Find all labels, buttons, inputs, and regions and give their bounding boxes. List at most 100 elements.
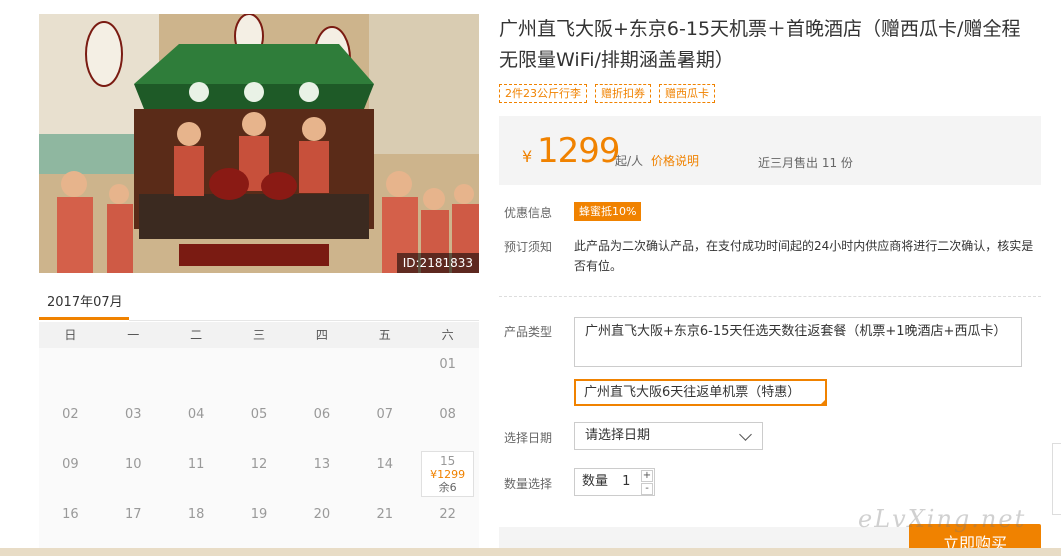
calendar-day-number: 07 xyxy=(376,407,393,422)
price-unit: 起/人 xyxy=(615,154,644,168)
currency-symbol: ¥ xyxy=(522,147,533,166)
sold-count: 近三月售出 11 份 xyxy=(758,156,853,170)
calendar-day-number: 01 xyxy=(439,357,456,372)
promo-label: 优惠信息 xyxy=(504,206,553,220)
selected-check-icon xyxy=(819,398,827,406)
calendar-day: 21 xyxy=(353,498,416,548)
weekday-mon: 一 xyxy=(127,328,140,342)
calendar-day-number: 20 xyxy=(313,507,331,522)
product-type-option-package[interactable]: 广州直飞大阪+东京6-15天任选天数往返套餐（机票+1晚酒店+西瓜卡） xyxy=(574,317,1022,367)
notice-label: 预订须知 xyxy=(504,240,553,254)
calendar-week-row: 01 xyxy=(39,348,479,398)
calendar-day-price: ¥1299 xyxy=(430,468,466,481)
section-divider xyxy=(499,296,1041,297)
calendar-day-number: 02 xyxy=(62,407,79,422)
calendar-day-available[interactable]: 15 ¥1299 余6 xyxy=(416,448,479,498)
calendar-day: 06 xyxy=(290,398,353,448)
price-explanation-link[interactable]: 价格说明 xyxy=(651,152,699,169)
calendar-day-number: 05 xyxy=(250,407,268,422)
price-panel: ¥ 1299 起/人 价格说明 近三月售出 11 份 xyxy=(499,116,1041,185)
calendar-day-number: 17 xyxy=(125,507,142,522)
calendar-weekday-header: 日 一 二 三 四 五 六 xyxy=(39,322,479,348)
calendar-divider xyxy=(129,320,479,321)
product-title: 广州直飞大阪+东京6-15天机票＋首晚酒店（赠西瓜卡/赠全程无限量WiFi/排期… xyxy=(499,18,1021,71)
product-type-option-flight[interactable]: 广州直飞大阪6天往返单机票（特惠） xyxy=(574,379,827,406)
calendar-day-number: 13 xyxy=(313,457,331,472)
festival-float-illustration xyxy=(39,14,479,273)
price-value: 1299 xyxy=(537,131,621,171)
calendar-day-number: 04 xyxy=(187,407,205,422)
notice-text: 此产品为二次确认产品，在支付成功时间起的24小时内供应商将进行二次确认，核实是否… xyxy=(574,239,1034,273)
calendar-week-row: 16 17 18 19 20 21 22 xyxy=(39,498,479,548)
weekday-wed: 三 xyxy=(253,328,266,342)
image-id-badge: ID:2181833 xyxy=(396,253,479,273)
calendar-day-number: 18 xyxy=(187,507,205,522)
calendar-week-row: 09 10 11 12 13 14 15 ¥1299 余6 xyxy=(39,448,479,498)
calendar-day: 01 xyxy=(416,348,479,398)
quantity-minus-button[interactable]: - xyxy=(641,483,653,495)
product-tags: 2件23公斤行李 赠折扣券 赠西瓜卡 xyxy=(499,84,715,103)
side-float-panel[interactable] xyxy=(1052,443,1061,515)
calendar-month-tab[interactable]: 2017年07月 xyxy=(39,292,129,320)
calendar-day-number: 12 xyxy=(250,457,268,472)
site-watermark: eLvXing.net xyxy=(858,505,1027,533)
calendar-day xyxy=(102,348,165,398)
calendar-week-row: 02 03 04 05 06 07 08 xyxy=(39,398,479,448)
quantity-value[interactable]: 1 xyxy=(622,469,630,495)
calendar-day-number: 03 xyxy=(125,407,142,422)
product-photo: ID:2181833 xyxy=(39,14,479,273)
calendar-day-number xyxy=(290,348,353,357)
calendar-day xyxy=(39,348,102,398)
quantity-stepper[interactable]: 数量 1 + - xyxy=(574,468,655,496)
calendar-day-stock: 余6 xyxy=(438,481,457,494)
calendar-day-number xyxy=(102,348,165,357)
weekday-thu: 四 xyxy=(315,328,328,342)
calendar-day xyxy=(228,348,291,398)
calendar-day: 20 xyxy=(290,498,353,548)
date-label: 选择日期 xyxy=(504,431,553,445)
bottom-strip xyxy=(0,548,1061,556)
calendar-day-number: 21 xyxy=(376,507,393,522)
product-type-label: 产品类型 xyxy=(504,325,553,339)
calendar-day-number: 08 xyxy=(439,407,456,422)
calendar-day-number: 22 xyxy=(439,507,456,522)
quantity-label: 数量选择 xyxy=(504,477,553,491)
calendar-day-number xyxy=(165,348,228,357)
date-select-value: 请选择日期 xyxy=(585,428,651,443)
calendar-day: 09 xyxy=(39,448,102,498)
calendar-day-number: 16 xyxy=(62,507,79,522)
date-select[interactable]: 请选择日期 xyxy=(574,422,763,450)
calendar-day-number: 14 xyxy=(376,457,393,472)
calendar-day-number xyxy=(39,348,102,357)
calendar-day: 03 xyxy=(102,398,165,448)
calendar-day: 13 xyxy=(290,448,353,498)
calendar-day-number: 10 xyxy=(125,457,142,472)
weekday-sun: 日 xyxy=(64,328,77,342)
weekday-fri: 五 xyxy=(378,328,391,342)
calendar-day: 05 xyxy=(228,398,291,448)
calendar-day-number xyxy=(353,348,416,357)
weekday-sat: 六 xyxy=(441,328,454,342)
chevron-down-icon xyxy=(739,428,752,441)
calendar-grid: 01 02 03 04 05 06 07 08 09 10 11 12 13 14 15 ¥1299 余6 16 1… xyxy=(39,348,479,556)
calendar-day-number xyxy=(228,348,291,357)
calendar-day-number: 06 xyxy=(313,407,331,422)
calendar-day: 12 xyxy=(228,448,291,498)
product-type-option-flight-label: 广州直飞大阪6天往返单机票（特惠） xyxy=(584,385,801,400)
calendar-day: 07 xyxy=(353,398,416,448)
quantity-plus-button[interactable]: + xyxy=(641,470,653,482)
calendar-day-number: 19 xyxy=(250,507,268,522)
calendar-day-number: 15 xyxy=(439,454,456,468)
calendar-day: 17 xyxy=(102,498,165,548)
calendar-day-number: 09 xyxy=(62,457,79,472)
weekday-tue: 二 xyxy=(190,328,203,342)
calendar-day xyxy=(165,348,228,398)
calendar-day: 04 xyxy=(165,398,228,448)
tag-card: 赠西瓜卡 xyxy=(659,84,715,103)
calendar-day xyxy=(353,348,416,398)
calendar-day: 16 xyxy=(39,498,102,548)
promo-badge: 蜂蜜抵10% xyxy=(574,202,642,221)
calendar-day: 02 xyxy=(39,398,102,448)
calendar-day: 14 xyxy=(353,448,416,498)
tag-luggage: 2件23公斤行李 xyxy=(499,84,587,103)
